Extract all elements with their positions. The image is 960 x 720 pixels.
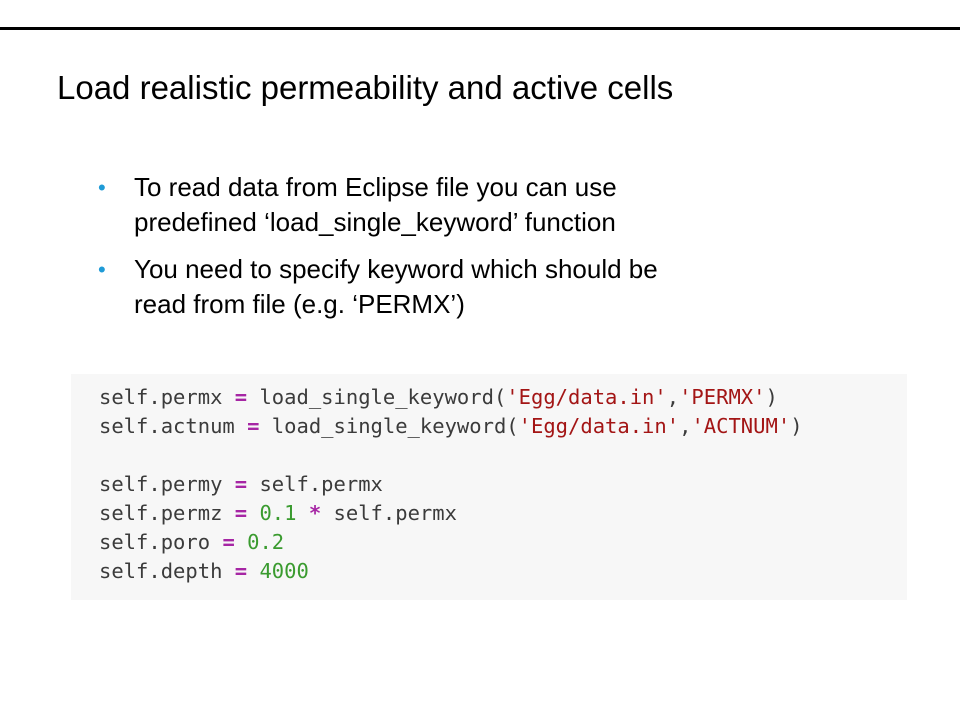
code-var: self.actnum [99,414,235,438]
code-paren: ) [790,414,803,438]
code-operator: = [234,385,248,409]
code-comma: , [666,385,680,409]
code-paren: ) [765,385,778,409]
code-block: self.permx = load_single_keyword('Egg/da… [71,374,907,600]
code-line: self.permy = self.permx [99,470,803,499]
code-line: self.actnum = load_single_keyword('Egg/d… [99,412,803,441]
code-var: self.permy [99,472,223,496]
code-operator: = [222,530,235,554]
code-operator: = [234,501,248,525]
code-operator: = [234,559,248,583]
bullet-item: • To read data from Eclipse file you can… [98,170,818,240]
bullet-icon: • [98,257,106,282]
code-string: 'ACTNUM' [691,414,791,438]
code-var: self.permx [99,385,223,409]
bullet-line: predefined ‘load_single_keyword’ functio… [134,207,616,237]
code-line: self.poro = 0.2 [99,528,803,557]
code-number: 0.2 [247,530,285,554]
code-number: 0.1 [259,501,297,525]
bullet-item: • You need to specify keyword which shou… [98,252,818,322]
code-operator: = [247,414,260,438]
bullet-line: You need to specify keyword which should… [134,254,658,284]
code-rhs: self.permx [333,501,457,525]
code-var: self.permz [99,501,223,525]
code-string: 'PERMX' [679,385,766,409]
code-operator: = [234,472,248,496]
code-text: self.permx = load_single_keyword('Egg/da… [99,383,803,586]
code-operator: * [308,501,322,525]
code-call: load_single_keyword( [259,385,507,409]
code-number: 4000 [259,559,309,583]
bullet-icon: • [98,175,106,200]
code-comma: , [679,414,692,438]
code-line: self.permx = load_single_keyword('Egg/da… [99,383,803,412]
code-line: self.permz = 0.1 * self.permx [99,499,803,528]
slide-title: Load realistic permeability and active c… [57,69,674,106]
code-call: load_single_keyword( [271,414,519,438]
code-string: 'Egg/data.in' [506,385,667,409]
code-line: self.depth = 4000 [99,557,803,586]
bullet-line: To read data from Eclipse file you can u… [134,172,617,202]
top-rule [0,27,960,30]
bullet-line: read from file (e.g. ‘PERMX’) [134,289,465,319]
bullet-list: • To read data from Eclipse file you can… [98,170,818,334]
code-rhs: self.permx [259,472,383,496]
code-var: self.depth [99,559,223,583]
code-string: 'Egg/data.in' [518,414,680,438]
code-var: self.poro [99,530,211,554]
